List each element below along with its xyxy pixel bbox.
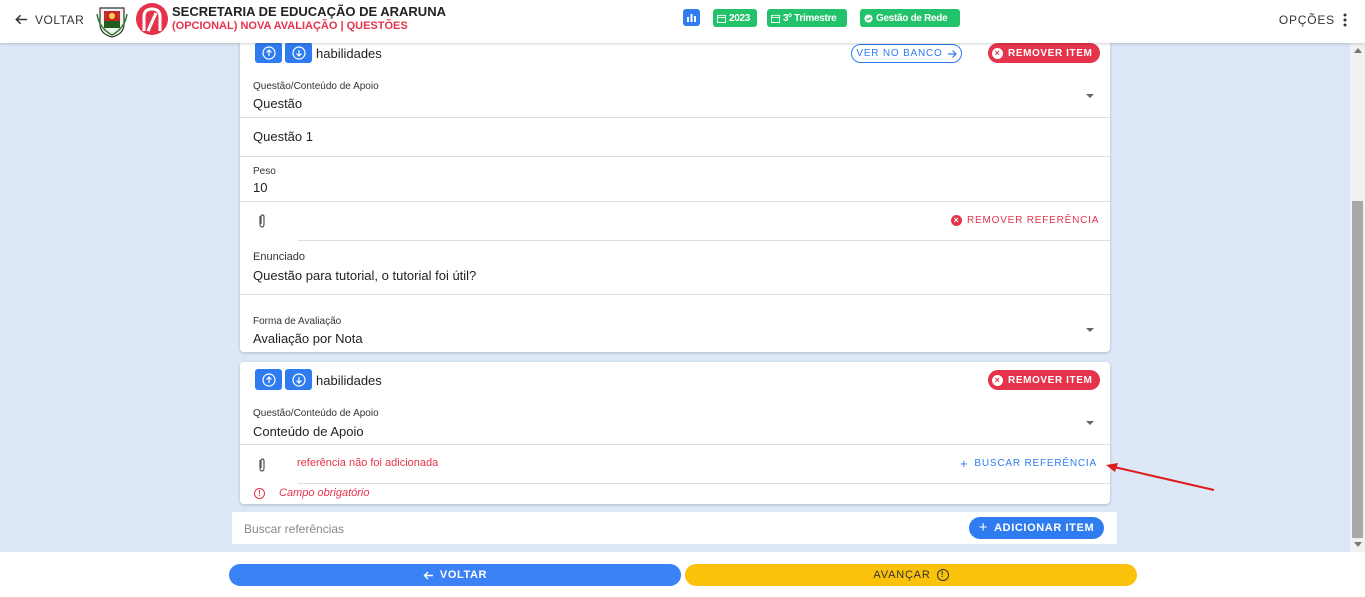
trimester-chip[interactable]: 3º Trimestre xyxy=(767,9,847,27)
divider xyxy=(240,156,1110,157)
annotation-arrow-icon xyxy=(1106,463,1215,491)
evaluation-field-label: Forma de Avaliação xyxy=(253,316,342,327)
buscar-referencia-label: BUSCAR REFERÊNCIA xyxy=(974,458,1097,469)
move-up-button[interactable] xyxy=(255,42,282,63)
close-circle-icon: × xyxy=(992,47,1003,59)
avancar-button[interactable]: AVANÇAR ! xyxy=(685,564,1137,586)
municipal-crest-icon xyxy=(96,7,128,38)
arrow-up-circle-icon xyxy=(261,45,276,60)
divider xyxy=(240,444,1110,445)
item-category-label: habilidades xyxy=(316,373,382,388)
type-select[interactable]: Questão xyxy=(253,96,302,111)
avancar-label: AVANÇAR xyxy=(873,569,931,581)
add-item-button[interactable]: + ADICIONAR ITEM xyxy=(969,517,1104,539)
management-chip[interactable]: Gestão de Rede xyxy=(860,9,960,27)
stats-button[interactable] xyxy=(683,9,700,26)
remove-reference-button[interactable]: × REMOVER REFERÊNCIA xyxy=(951,215,1099,226)
weight-field-label: Peso xyxy=(253,166,276,177)
remove-item-label: REMOVER ITEM xyxy=(1008,47,1093,59)
calendar-icon xyxy=(771,14,780,23)
arrow-left-icon xyxy=(423,571,433,579)
type-field-label: Questão/Conteúdo de Apoio xyxy=(253,408,379,419)
top-bar: VOLTAR SECRETARIA DE EDUCAÇÃO DE ARARUNA… xyxy=(0,0,1365,43)
scroll-down-icon[interactable] xyxy=(1354,542,1362,547)
weight-field[interactable]: 10 xyxy=(253,180,267,195)
search-references-input[interactable] xyxy=(244,522,944,536)
scrollbar[interactable] xyxy=(1350,43,1365,552)
arrow-down-circle-icon xyxy=(291,45,306,60)
item-card-2: habilidades × REMOVER ITEM Questão/Conte… xyxy=(240,362,1110,504)
alert-circle-icon: ! xyxy=(254,488,265,499)
chevron-down-icon[interactable] xyxy=(1086,94,1094,98)
ver-no-banco-button[interactable]: VER NO BANCO xyxy=(851,44,962,63)
close-circle-icon: × xyxy=(992,374,1003,386)
statement-field[interactable]: Questão para tutorial, o tutorial foi út… xyxy=(253,268,476,283)
plus-icon: + xyxy=(960,455,969,471)
type-select[interactable]: Conteúdo de Apoio xyxy=(253,424,364,439)
scroll-thumb[interactable] xyxy=(1352,201,1363,538)
move-up-button[interactable] xyxy=(255,369,282,390)
page-subtitle: (OPCIONAL) NOVA AVALIAÇÃO | QUESTÕES xyxy=(172,20,408,32)
footer-bar: VOLTAR AVANÇAR ! xyxy=(0,552,1365,597)
divider xyxy=(298,240,1110,241)
header-back-button[interactable]: VOLTAR xyxy=(14,12,84,27)
arrow-down-circle-icon xyxy=(291,372,306,387)
reference-error-message: referência não foi adicionada xyxy=(297,457,439,469)
remove-reference-label: REMOVER REFERÊNCIA xyxy=(967,215,1100,226)
remove-item-label: REMOVER ITEM xyxy=(1008,374,1093,386)
secretaria-logo-icon xyxy=(136,3,168,35)
buscar-referencia-button[interactable]: + BUSCAR REFERÊNCIA xyxy=(960,455,1097,471)
more-vert-icon xyxy=(1343,13,1347,27)
options-menu-button[interactable]: OPÇÕES xyxy=(1279,13,1347,27)
close-circle-icon: × xyxy=(951,215,962,226)
divider xyxy=(240,294,1110,295)
header-back-label: VOLTAR xyxy=(35,12,85,27)
management-chip-label: Gestão de Rede xyxy=(876,12,948,24)
type-field-label: Questão/Conteúdo de Apoio xyxy=(253,81,379,92)
bar-chart-icon xyxy=(687,14,696,22)
required-field-message: Campo obrigatório xyxy=(279,487,370,499)
trimester-chip-label: 3º Trimestre xyxy=(783,12,837,24)
arrow-up-circle-icon xyxy=(261,372,276,387)
check-circle-icon xyxy=(864,13,873,23)
chevron-down-icon[interactable] xyxy=(1086,328,1094,332)
paperclip-icon[interactable] xyxy=(256,213,268,229)
add-item-label: ADICIONAR ITEM xyxy=(994,522,1095,534)
divider xyxy=(240,117,1110,118)
move-down-button[interactable] xyxy=(285,369,312,390)
statement-field-label: Enunciado xyxy=(253,251,305,263)
item-category-label: habilidades xyxy=(316,46,382,61)
paperclip-icon[interactable] xyxy=(256,457,268,473)
search-row: + ADICIONAR ITEM xyxy=(232,512,1117,544)
ver-no-banco-label: VER NO BANCO xyxy=(856,48,943,59)
evaluation-select[interactable]: Avaliação por Nota xyxy=(253,331,363,346)
year-chip[interactable]: 2023 xyxy=(713,9,757,27)
divider xyxy=(240,201,1110,202)
calendar-icon xyxy=(717,14,726,23)
arrow-left-icon xyxy=(15,14,28,25)
page-title: SECRETARIA DE EDUCAÇÃO DE ARARUNA xyxy=(172,4,446,19)
voltar-label: VOLTAR xyxy=(439,569,488,581)
chevron-down-icon[interactable] xyxy=(1086,421,1094,425)
remove-item-button[interactable]: × REMOVER ITEM xyxy=(988,43,1101,63)
move-down-button[interactable] xyxy=(285,42,312,63)
divider xyxy=(298,483,1110,484)
item-card-1: habilidades VER NO BANCO × REMOVER ITEM … xyxy=(240,36,1110,352)
alert-circle-icon: ! xyxy=(936,569,949,581)
voltar-button[interactable]: VOLTAR xyxy=(229,564,681,586)
question-name-field[interactable]: Questão 1 xyxy=(253,129,313,144)
arrow-right-icon xyxy=(947,49,957,58)
options-label: OPÇÕES xyxy=(1278,13,1335,27)
plus-icon: + xyxy=(978,519,989,536)
scroll-up-icon[interactable] xyxy=(1354,48,1362,53)
year-chip-label: 2023 xyxy=(729,12,751,24)
remove-item-button[interactable]: × REMOVER ITEM xyxy=(988,370,1101,390)
